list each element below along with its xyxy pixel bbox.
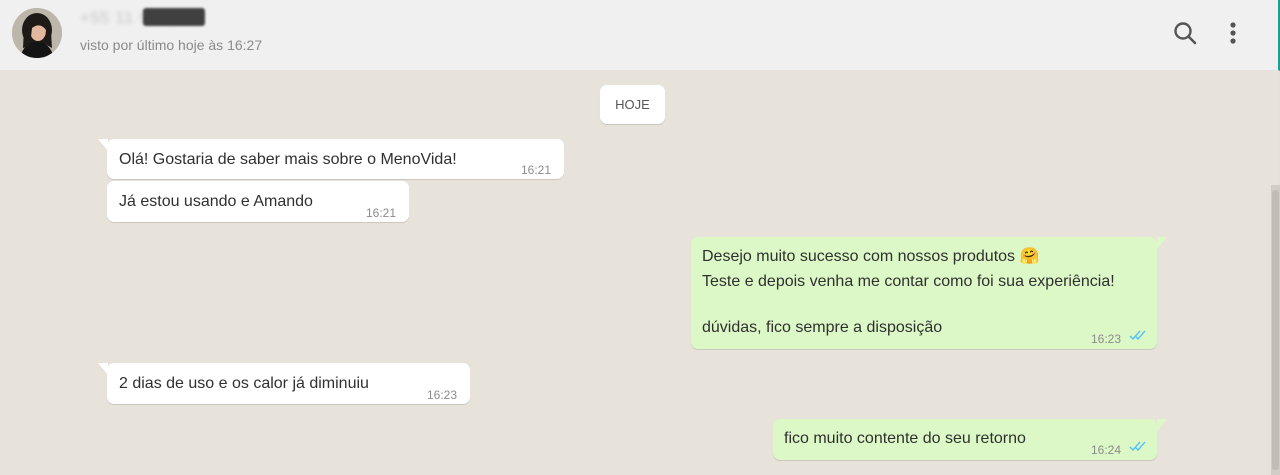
message-text-line: dúvidas, fico sempre a disposição (702, 319, 943, 336)
message-text-line: Teste e depois venha me contar como foi … (702, 273, 1115, 290)
message-text: Já estou usando e Amando (119, 193, 313, 210)
message-outgoing[interactable]: Desejo muito sucesso com nossos produtos… (691, 237, 1157, 349)
avatar-photo (12, 8, 62, 58)
chat-header: +55 11 9 4227 visto por último hoje às 1… (0, 0, 1280, 71)
message-text: Olá! Gostaria de saber mais sobre o Meno… (119, 151, 457, 168)
message-time: 16:21 (366, 206, 397, 220)
message-time: 16:23 (427, 388, 458, 402)
message-incoming[interactable]: Já estou usando e Amando 16:21 (107, 181, 409, 222)
bubble-tail (1157, 419, 1167, 431)
message-incoming[interactable]: Olá! Gostaria de saber mais sobre o Meno… (107, 139, 564, 179)
scrollbar-thumb[interactable] (1272, 190, 1279, 470)
bubble-tail (98, 363, 108, 375)
date-separator: HOJE (600, 85, 665, 124)
message-text: fico muito contente do seu retorno (784, 430, 1026, 447)
bubble-tail (1157, 237, 1167, 249)
search-icon[interactable] (1170, 18, 1200, 48)
hugging-face-emoji: 🤗 (1019, 248, 1040, 265)
contact-avatar[interactable] (12, 8, 62, 58)
redaction-bar (143, 8, 205, 26)
menu-icon[interactable] (1218, 18, 1248, 48)
message-outgoing[interactable]: fico muito contente do seu retorno 16:24 (773, 419, 1157, 460)
message-time: 16:23 (1091, 332, 1122, 346)
message-text: 2 dias de uso e os calor já diminuiu (119, 375, 369, 392)
read-receipt-icon (1129, 441, 1146, 452)
read-receipt-icon (1129, 330, 1146, 341)
message-time: 16:21 (521, 163, 552, 177)
message-time: 16:24 (1091, 443, 1122, 457)
last-seen-status: visto por último hoje às 16:27 (80, 37, 263, 53)
message-incoming[interactable]: 2 dias de uso e os calor já diminuiu 16:… (107, 363, 470, 404)
message-text-line: Desejo muito sucesso com nossos produtos… (702, 248, 1040, 265)
bubble-tail (98, 139, 108, 151)
